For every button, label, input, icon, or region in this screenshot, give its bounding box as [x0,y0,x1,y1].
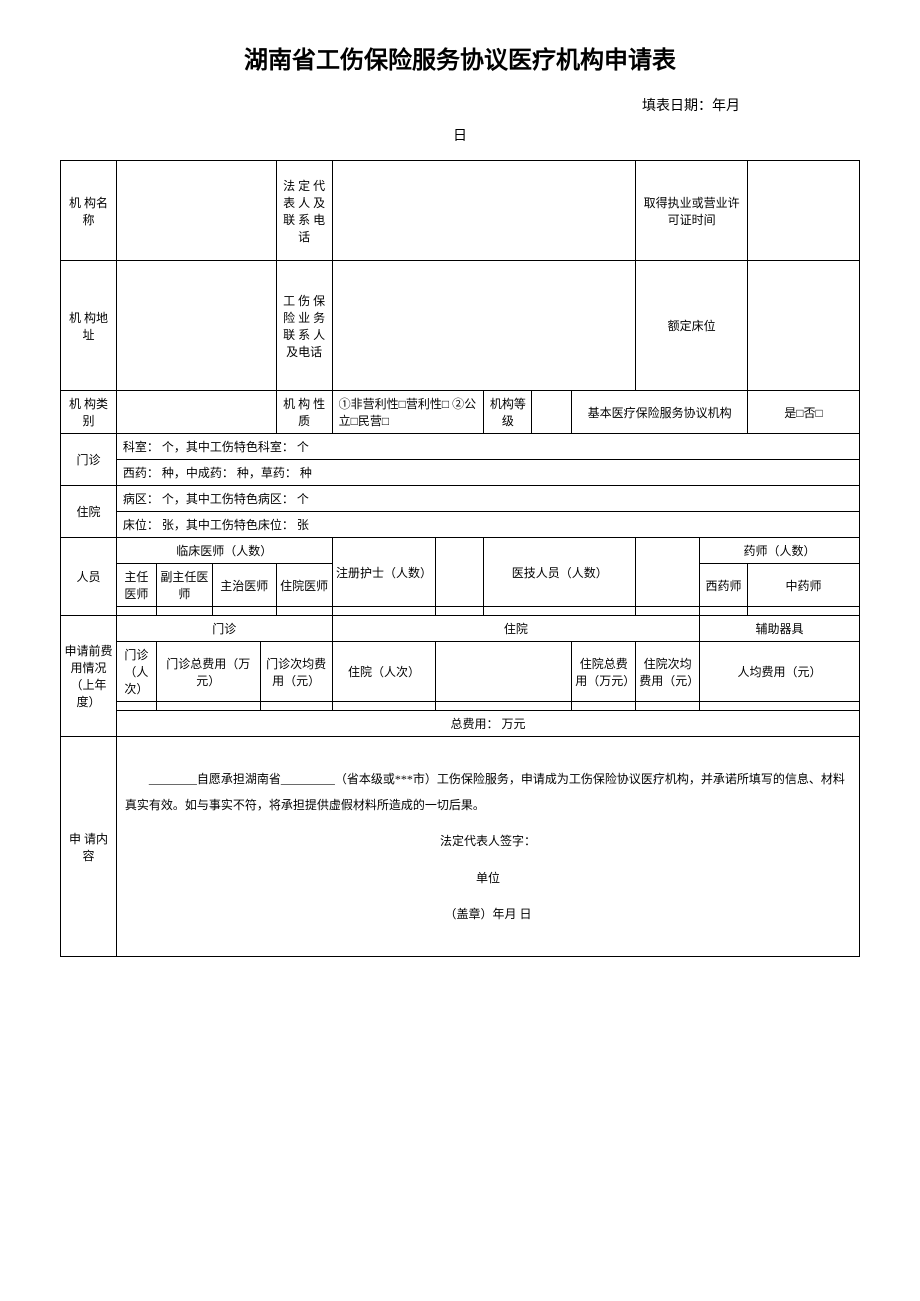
attending-field[interactable] [212,607,276,616]
in-avg-field[interactable] [636,702,700,711]
in-total-label: 住院总费用（万元） [572,642,636,702]
staff-label: 人员 [61,538,117,616]
in-visits-label: 住院（人次） [332,642,436,702]
resident-label: 住院医师 [276,564,332,607]
western-label: 西药师 [700,564,748,607]
attending-label: 主治医师 [212,564,276,607]
fill-date-label: 填表日期：年月 [60,95,860,115]
out-total-field[interactable] [156,702,260,711]
tech-label: 医技人员（人数） [484,538,636,607]
deputy-label: 副主任医师 [156,564,212,607]
org-nature-label: 机 构 性质 [276,391,332,434]
deputy-field[interactable] [156,607,212,616]
out-avg-label: 门诊次均费用（元） [260,642,332,702]
out-visits-label: 门诊（人次） [116,642,156,702]
chief-field[interactable] [116,607,156,616]
aux-avg-label: 人均费用（元） [700,642,860,702]
out-avg-field[interactable] [260,702,332,711]
outpatient-label: 门诊 [61,434,117,486]
license-time-field[interactable] [748,161,860,261]
in-visits-field[interactable] [436,642,572,702]
legal-rep-field[interactable] [332,161,636,261]
basic-ins-label: 基本医疗保险服务协议机构 [572,391,748,434]
application-label: 申 请内容 [61,737,117,957]
total-cost-field[interactable]: 总费用： 万元 [116,711,859,737]
cost-aux-label: 辅助器具 [700,616,860,642]
application-form-table: 机 构名称 法 定 代表 人 及联 系 电话 取得执业或营业许可证时间 机 构地… [60,160,860,957]
tech-value[interactable] [484,607,636,616]
unit-label: 单位 [125,865,851,891]
fill-date-day: 日 [60,125,860,145]
outpatient-med-field[interactable]: 西药： 种，中成药： 种，草药： 种 [116,460,859,486]
yes-no-field[interactable]: 是□否□ [748,391,860,434]
license-time-label: 取得执业或营业许可证时间 [636,161,748,261]
aux-avg-field[interactable] [700,702,860,711]
tech-field[interactable] [636,538,700,607]
page-title: 湖南省工伤保险服务协议医疗机构申请表 [60,40,860,75]
org-type-label: 机 构类别 [61,391,117,434]
out-visits-field[interactable] [116,702,156,711]
org-type-field[interactable] [116,391,276,434]
rated-beds-field[interactable] [748,261,860,391]
org-level-label: 机构等级 [484,391,532,434]
seal-date-label: （盖章）年月 日 [125,901,851,927]
application-declaration: ________自愿承担湖南省_________（省本级或***市）工伤保险服务… [125,766,851,819]
org-addr-field[interactable] [116,261,276,391]
pharmacist-label: 药师（人数） [700,538,860,564]
out-total-label: 门诊总费用（万元） [156,642,260,702]
nurse-blank[interactable] [436,607,484,616]
resident-field[interactable] [276,607,332,616]
ins-contact-field[interactable] [332,261,636,391]
chinese-field[interactable] [748,607,860,616]
outpatient-dept-field[interactable]: 科室： 个，其中工伤特色科室： 个 [116,434,859,460]
rated-beds-label: 额定床位 [636,261,748,391]
nurse-value[interactable] [332,607,436,616]
application-content[interactable]: ________自愿承担湖南省_________（省本级或***市）工伤保险服务… [116,737,859,957]
org-addr-label: 机 构地址 [61,261,117,391]
western-field[interactable] [700,607,748,616]
org-name-field[interactable] [116,161,276,261]
clinician-label: 临床医师（人数） [116,538,332,564]
in-total-field[interactable] [572,702,636,711]
org-level-field[interactable] [532,391,572,434]
nurse-field[interactable] [436,538,484,607]
chief-label: 主任医师 [116,564,156,607]
inpatient-ward-field[interactable]: 病区： 个，其中工伤特色病区： 个 [116,486,859,512]
cost-inpatient-label: 住院 [332,616,699,642]
org-name-label: 机 构名称 [61,161,117,261]
in-blank[interactable] [436,702,572,711]
ins-contact-label: 工 伤 保险 业 务联 系 人及电话 [276,261,332,391]
legal-rep-label: 法 定 代表 人 及联 系 电话 [276,161,332,261]
chinese-label: 中药师 [748,564,860,607]
legal-rep-sign-label: 法定代表人签字： [125,828,851,854]
in-avg-label: 住院次均费用（元） [636,642,700,702]
inpatient-bed-field[interactable]: 床位： 张，其中工伤特色床位： 张 [116,512,859,538]
cost-outpatient-label: 门诊 [116,616,332,642]
org-nature-options[interactable]: ①非营利性□营利性□ ②公立□民营□ [332,391,484,434]
in-visits-value[interactable] [332,702,436,711]
inpatient-label: 住院 [61,486,117,538]
tech-blank[interactable] [636,607,700,616]
nurse-label: 注册护士（人数） [332,538,436,607]
cost-label: 申请前费用情况（上年度） [61,616,117,737]
